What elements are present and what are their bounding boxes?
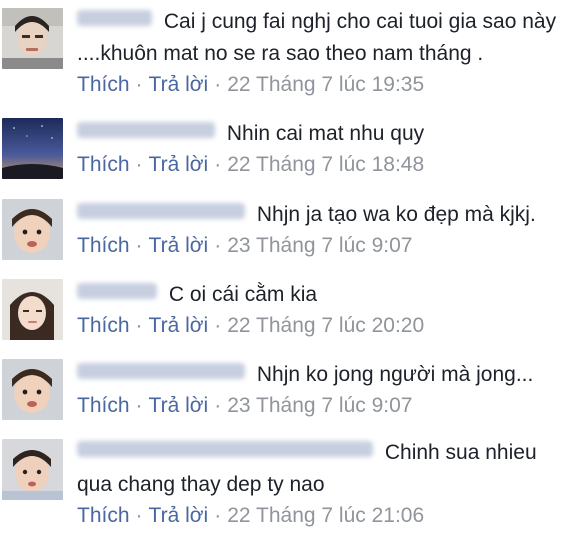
comment-text: Nhin cai mat nhu quy: [226, 122, 425, 145]
commenter-name-blurred[interactable]: [77, 283, 157, 299]
separator: ·: [135, 394, 143, 417]
comment-list: Cai j cung fai nghj cho cai tuoi gia sao…: [0, 0, 580, 536]
separator: ·: [135, 73, 143, 96]
reply-link[interactable]: Trả lời: [149, 153, 209, 176]
separator: ·: [214, 153, 222, 176]
night-sky-avatar-icon[interactable]: [2, 118, 63, 179]
reply-link[interactable]: Trả lời: [149, 394, 209, 417]
comment-text: C oi cái cằm kia: [168, 283, 318, 306]
reply-link[interactable]: Trả lời: [149, 504, 209, 527]
like-link[interactable]: Thích: [77, 234, 130, 257]
commenter-name-blurred[interactable]: [77, 122, 215, 138]
comment-actions: Thích · Trả lời · 22 Tháng 7 lúc 21:06: [77, 501, 574, 531]
like-link[interactable]: Thích: [77, 394, 130, 417]
comment-text: Chinh sua nhieu: [384, 441, 537, 464]
like-link[interactable]: Thích: [77, 73, 130, 96]
comment-timestamp[interactable]: 22 Tháng 7 lúc 19:35: [227, 73, 424, 96]
comment-actions: Thích · Trả lời · 22 Tháng 7 lúc 20:20: [77, 311, 574, 341]
comment-actions: Thích · Trả lời · 23 Tháng 7 lúc 9:07: [77, 391, 574, 421]
comment-text-continued: ....khuôn mat no se ra sao theo nam thán…: [77, 42, 484, 65]
separator: ·: [214, 73, 222, 96]
comment-timestamp[interactable]: 23 Tháng 7 lúc 9:07: [227, 234, 412, 257]
commenter-name-blurred[interactable]: [77, 10, 152, 26]
child-avatar-icon[interactable]: [2, 359, 63, 420]
like-link[interactable]: Thích: [77, 153, 130, 176]
reply-link[interactable]: Trả lời: [149, 314, 209, 337]
comment-text: Nhjn ja tạo wa ko đẹp mà kjkj.: [256, 203, 536, 226]
separator: ·: [214, 394, 222, 417]
comment-timestamp[interactable]: 22 Tháng 7 lúc 18:48: [227, 153, 424, 176]
comment-actions: Thích · Trả lời · 22 Tháng 7 lúc 18:48: [77, 150, 574, 180]
like-link[interactable]: Thích: [77, 314, 130, 337]
comment-timestamp[interactable]: 22 Tháng 7 lúc 21:06: [227, 504, 424, 527]
comment-text: Nhjn ko jong người mà jong...: [256, 363, 534, 386]
comment-timestamp[interactable]: 22 Tháng 7 lúc 20:20: [227, 314, 424, 337]
comment-text: Cai j cung fai nghj cho cai tuoi gia sao…: [163, 10, 557, 33]
comment-actions: Thích · Trả lời · 22 Tháng 7 lúc 19:35: [77, 70, 574, 100]
user-avatar-icon[interactable]: [2, 8, 63, 69]
separator: ·: [135, 234, 143, 257]
commenter-name-blurred[interactable]: [77, 363, 245, 379]
like-link[interactable]: Thích: [77, 504, 130, 527]
comment-text-continued: qua chang thay dep ty nao: [77, 473, 325, 496]
reply-link[interactable]: Trả lời: [149, 73, 209, 96]
separator: ·: [214, 234, 222, 257]
separator: ·: [214, 314, 222, 337]
commenter-name-blurred[interactable]: [77, 203, 245, 219]
separator: ·: [214, 504, 222, 527]
comment-timestamp[interactable]: 23 Tháng 7 lúc 9:07: [227, 394, 412, 417]
child-avatar-icon[interactable]: [2, 439, 63, 500]
girl-avatar-icon[interactable]: [2, 279, 63, 340]
child-avatar-icon[interactable]: [2, 199, 63, 260]
separator: ·: [135, 314, 143, 337]
reply-link[interactable]: Trả lời: [149, 234, 209, 257]
separator: ·: [135, 153, 143, 176]
separator: ·: [135, 504, 143, 527]
comment-actions: Thích · Trả lời · 23 Tháng 7 lúc 9:07: [77, 231, 574, 261]
commenter-name-blurred[interactable]: [77, 441, 373, 457]
